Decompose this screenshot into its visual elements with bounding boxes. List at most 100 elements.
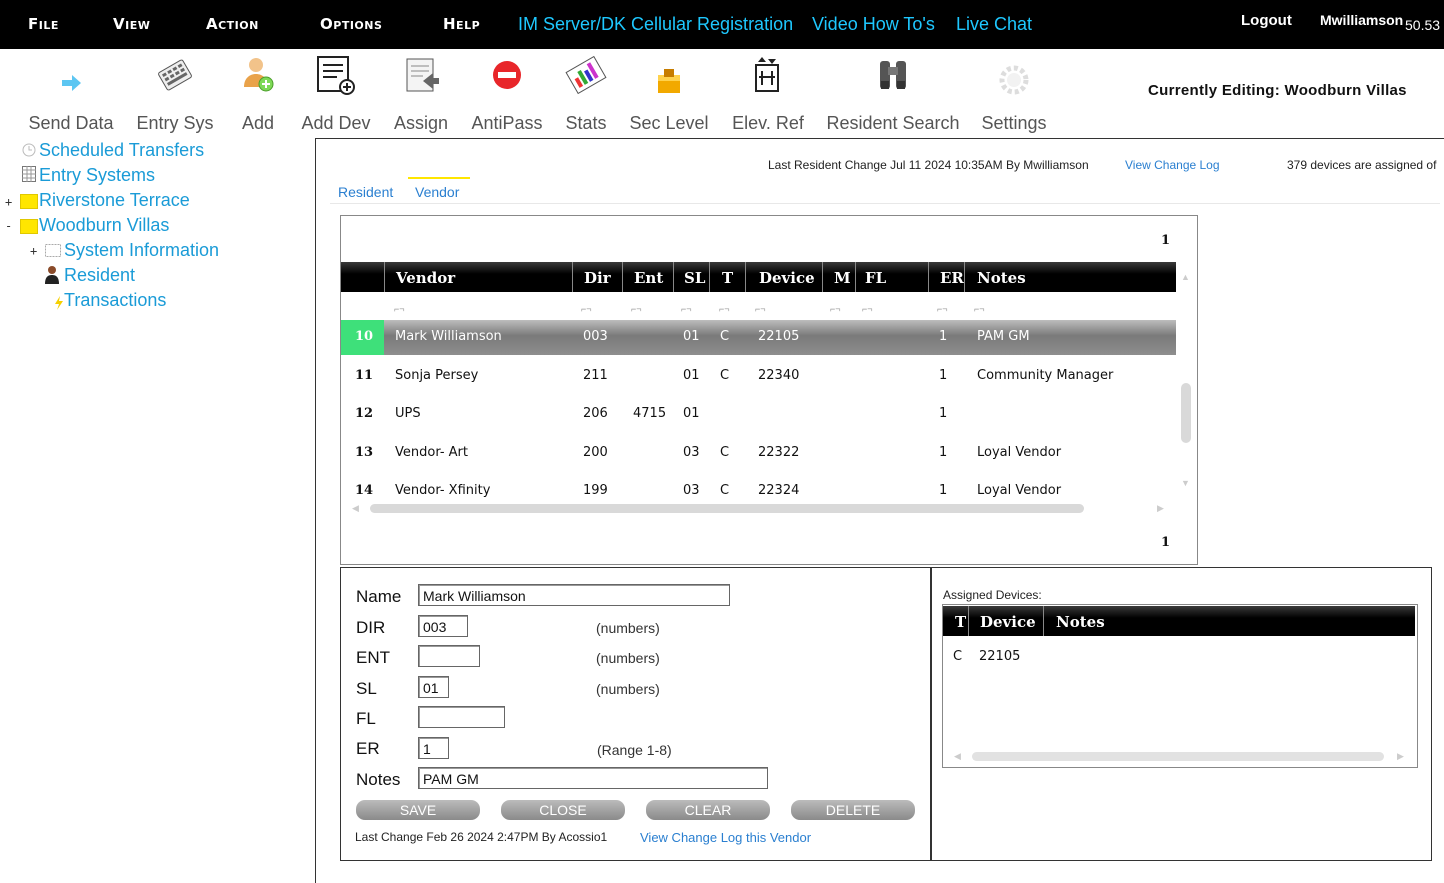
assign-button[interactable]: Assign <box>390 55 452 135</box>
ent-input[interactable] <box>418 645 480 667</box>
vertical-scrollbar[interactable] <box>1181 383 1191 443</box>
tree-woodburn-villas[interactable]: Woodburn Villas <box>39 215 169 236</box>
cell-device: 22105 <box>758 329 800 344</box>
tree-resident[interactable]: Resident <box>64 265 135 286</box>
header-separator <box>928 262 929 292</box>
filter-icon[interactable]: ⌐¬ <box>581 304 592 314</box>
sec-level-label: Sec Level <box>629 113 709 133</box>
er-input[interactable]: 1 <box>418 737 449 759</box>
view-vendor-change-log-link[interactable]: View Change Log this Vendor <box>640 830 811 845</box>
filter-icon[interactable]: ⌐¬ <box>974 304 985 314</box>
close-button[interactable]: CLOSE <box>501 800 625 820</box>
assigned-col-t[interactable]: T <box>955 613 966 631</box>
filter-icon[interactable]: ⌐¬ <box>830 304 841 314</box>
gear-icon <box>997 63 1031 102</box>
assigned-devices-title: Assigned Devices: <box>943 588 1042 602</box>
assigned-col-device[interactable]: Device <box>980 613 1036 631</box>
entry-sys-button[interactable]: Entry Sys <box>133 55 217 135</box>
menu-video-link[interactable]: Video How To's <box>812 14 935 35</box>
tree-entry-systems[interactable]: Entry Systems <box>39 165 155 186</box>
add-dev-button[interactable]: Add Dev <box>298 55 374 135</box>
tab-resident[interactable]: Resident <box>338 184 393 200</box>
tab-vendor[interactable]: Vendor <box>415 184 459 200</box>
filter-icon[interactable]: ⌐¬ <box>631 304 642 314</box>
page-number-top[interactable]: 1 <box>1161 233 1170 248</box>
page-number-bottom[interactable]: 1 <box>1161 535 1170 550</box>
scroll-left-icon[interactable]: ◀ <box>954 751 961 762</box>
horizontal-scrollbar[interactable] <box>972 752 1384 761</box>
add-button[interactable]: Add <box>232 55 284 135</box>
dir-input[interactable]: 003 <box>418 615 468 637</box>
name-input[interactable]: Mark Williamson <box>418 584 730 606</box>
version-number: 50.53 <box>1405 17 1441 33</box>
sec-level-button[interactable]: Sec Level <box>628 55 710 135</box>
menu-options[interactable]: Options <box>320 15 382 33</box>
col-header-ent[interactable]: Ent <box>634 269 663 287</box>
col-header-vendor[interactable]: Vendor <box>396 269 455 287</box>
scroll-right-icon[interactable]: ▶ <box>1397 751 1404 762</box>
filter-icon[interactable]: ⌐¬ <box>681 304 692 314</box>
scroll-left-icon[interactable]: ◀ <box>352 503 359 514</box>
filter-icon[interactable]: ⌐¬ <box>719 304 730 314</box>
add-user-icon <box>238 55 278 102</box>
header-separator <box>822 262 823 292</box>
elevator-icon <box>752 55 784 100</box>
antipass-button[interactable]: AntiPass <box>470 55 544 135</box>
send-data-button[interactable]: Send Data <box>25 55 117 135</box>
cell-dir: 200 <box>583 445 608 460</box>
col-header-sl[interactable]: SL <box>684 269 705 287</box>
view-change-log-link[interactable]: View Change Log <box>1125 158 1220 172</box>
tree-transactions[interactable]: Transactions <box>64 290 166 311</box>
dir-label: DIR <box>356 618 386 637</box>
filter-icon[interactable]: ⌐¬ <box>394 304 405 314</box>
resident-search-button[interactable]: Resident Search <box>826 55 960 135</box>
tree-system-information[interactable]: System Information <box>64 240 219 261</box>
collapse-icon[interactable]: - <box>5 219 12 233</box>
col-header-t[interactable]: T <box>722 269 733 287</box>
menu-help[interactable]: Help <box>443 15 480 33</box>
menu-action[interactable]: Action <box>206 15 259 33</box>
delete-button[interactable]: DELETE <box>791 800 915 820</box>
row-number: 13 <box>355 445 374 460</box>
scroll-up-icon[interactable]: ▲ <box>1181 272 1190 282</box>
notes-input[interactable]: PAM GM <box>418 767 768 789</box>
header-separator <box>964 262 965 292</box>
expand-icon[interactable]: + <box>5 195 12 209</box>
header-separator <box>673 262 674 292</box>
security-level-icon <box>654 65 684 100</box>
col-header-notes[interactable]: Notes <box>977 269 1026 287</box>
col-header-er[interactable]: ER <box>940 269 964 287</box>
scroll-right-icon[interactable]: ▶ <box>1157 503 1164 514</box>
folder-icon <box>20 194 38 209</box>
filter-icon[interactable]: ⌐¬ <box>755 304 766 314</box>
info-doc-icon <box>45 242 61 263</box>
elev-ref-button[interactable]: Elev. Ref <box>730 55 806 135</box>
tree-scheduled-transfers[interactable]: Scheduled Transfers <box>39 140 204 161</box>
expand-icon[interactable]: + <box>30 244 37 258</box>
assigned-col-notes[interactable]: Notes <box>1056 613 1105 631</box>
menu-file[interactable]: File <box>28 15 59 33</box>
clear-button[interactable]: CLEAR <box>646 800 770 820</box>
scroll-down-icon[interactable]: ▼ <box>1181 478 1190 488</box>
filter-icon[interactable]: ⌐¬ <box>937 304 948 314</box>
logout-link[interactable]: Logout <box>1241 12 1292 29</box>
keypad-icon <box>153 55 197 100</box>
menu-live-chat-link[interactable]: Live Chat <box>956 14 1032 35</box>
fl-input[interactable] <box>418 706 505 728</box>
username: Mwilliamson <box>1320 12 1404 28</box>
cell-sl: 03 <box>683 483 700 498</box>
col-header-m[interactable]: M <box>834 269 851 287</box>
menu-im-server-link[interactable]: IM Server/DK Cellular Registration <box>518 14 793 35</box>
filter-icon[interactable]: ⌐¬ <box>862 304 873 314</box>
tree-riverstone-terrace[interactable]: Riverstone Terrace <box>39 190 190 211</box>
col-header-dir[interactable]: Dir <box>584 269 611 287</box>
settings-button[interactable]: Settings <box>978 55 1050 135</box>
horizontal-scrollbar[interactable] <box>370 504 1084 513</box>
col-header-fl[interactable]: FL <box>865 269 886 287</box>
sl-input[interactable]: 01 <box>418 676 449 698</box>
menu-view[interactable]: View <box>113 15 150 33</box>
stats-button[interactable]: Stats <box>560 55 612 135</box>
col-header-device[interactable]: Device <box>759 269 815 287</box>
save-button[interactable]: SAVE <box>356 800 480 820</box>
stats-icon <box>564 55 608 100</box>
